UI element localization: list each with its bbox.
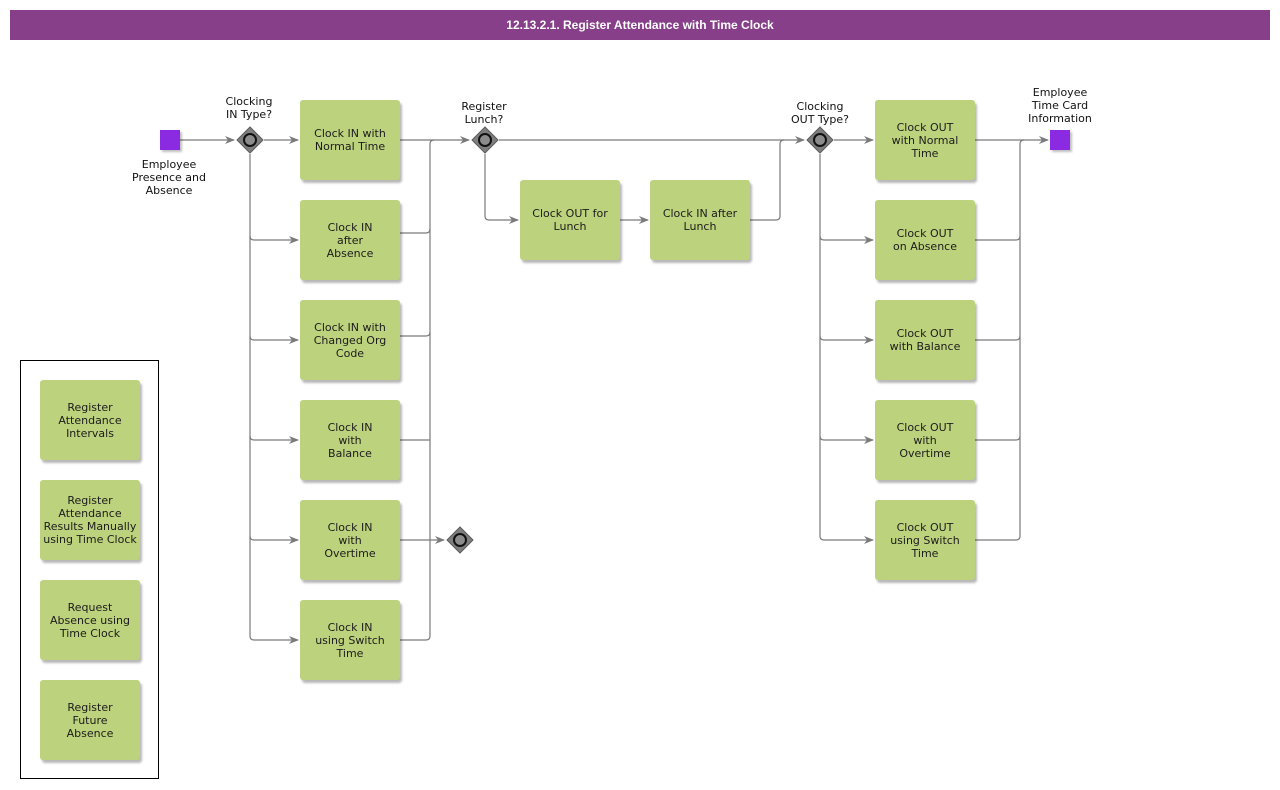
task-clock-in-after-lunch[interactable]: Clock IN after Lunch — [650, 180, 750, 260]
flow-merge-trunk — [400, 139, 435, 641]
flow-absence-merge — [400, 228, 431, 234]
related-request-absence[interactable]: Request Absence using Time Clock — [40, 580, 140, 660]
flow-gw-out-to-balance — [819, 335, 874, 344]
task-clock-out-on-absence[interactable]: Clock OUT on Absence — [875, 200, 975, 280]
task-clock-out-with-balance[interactable]: Clock OUT with Balance — [875, 300, 975, 380]
related-register-attendance-intervals[interactable]: Register Attendance Intervals — [40, 380, 140, 460]
start-event-label: Employee Presence and Absence — [132, 158, 206, 197]
flow-gw-in-to-org — [249, 335, 299, 344]
flow-out-absence-merge — [975, 235, 1021, 241]
task-clock-out-for-lunch[interactable]: Clock OUT for Lunch — [520, 180, 620, 260]
clocking-in-gateway-label: Clocking IN Type? — [225, 95, 273, 121]
register-lunch-gateway-icon[interactable] — [471, 126, 499, 154]
flow-gw-out-to-overtime — [819, 435, 874, 444]
task-clock-in-changed-org-code[interactable]: Clock IN with Changed Org Code — [300, 300, 400, 380]
related-register-attendance-results-manually[interactable]: Register Attendance Results Manually usi… — [40, 480, 140, 560]
task-clock-in-after-absence[interactable]: Clock IN after Absence — [300, 200, 400, 280]
end-event-label: Employee Time Card Information — [1028, 86, 1092, 125]
start-event-square[interactable] — [160, 130, 180, 150]
end-event-square[interactable] — [1050, 130, 1070, 150]
task-clock-out-switch-time[interactable]: Clock OUT using Switch Time — [875, 500, 975, 580]
clocking-in-gateway-icon[interactable] — [236, 126, 264, 154]
clocking-out-gateway-icon[interactable] — [806, 126, 834, 154]
task-clock-in-switch-time[interactable]: Clock IN using Switch Time — [300, 600, 400, 680]
flow-gw-in-to-absence — [249, 235, 299, 244]
task-clock-out-with-overtime[interactable]: Clock OUT with Overtime — [875, 400, 975, 480]
flow-gw-out-trunk — [819, 154, 874, 544]
register-lunch-gateway-label: Register Lunch? — [461, 100, 507, 126]
flow-out-balance-merge — [975, 335, 1021, 341]
flow-gw-in-trunk — [249, 154, 299, 644]
flow-lunch-in-to-merge — [750, 139, 785, 221]
task-clock-in-with-overtime[interactable]: Clock IN with Overtime — [300, 500, 400, 580]
flow-gw-in-to-balance — [249, 435, 299, 444]
task-clock-out-normal-time[interactable]: Clock OUT with Normal Time — [875, 100, 975, 180]
clocking-out-gateway-label: Clocking OUT Type? — [790, 100, 850, 126]
flow-out-overtime-merge — [975, 435, 1021, 441]
flow-org-merge — [400, 331, 431, 337]
flow-gw-in-to-overtime — [249, 535, 299, 544]
flow-lunch-gw-to-clock-out-lunch — [484, 154, 519, 224]
related-register-future-absence[interactable]: Register Future Absence — [40, 680, 140, 760]
flow-gw-out-to-absence — [819, 235, 874, 244]
task-clock-in-normal-time[interactable]: Clock IN with Normal Time — [300, 100, 400, 180]
unlabeled-gateway-icon[interactable] — [446, 526, 474, 554]
task-clock-in-with-balance[interactable]: Clock IN with Balance — [300, 400, 400, 480]
